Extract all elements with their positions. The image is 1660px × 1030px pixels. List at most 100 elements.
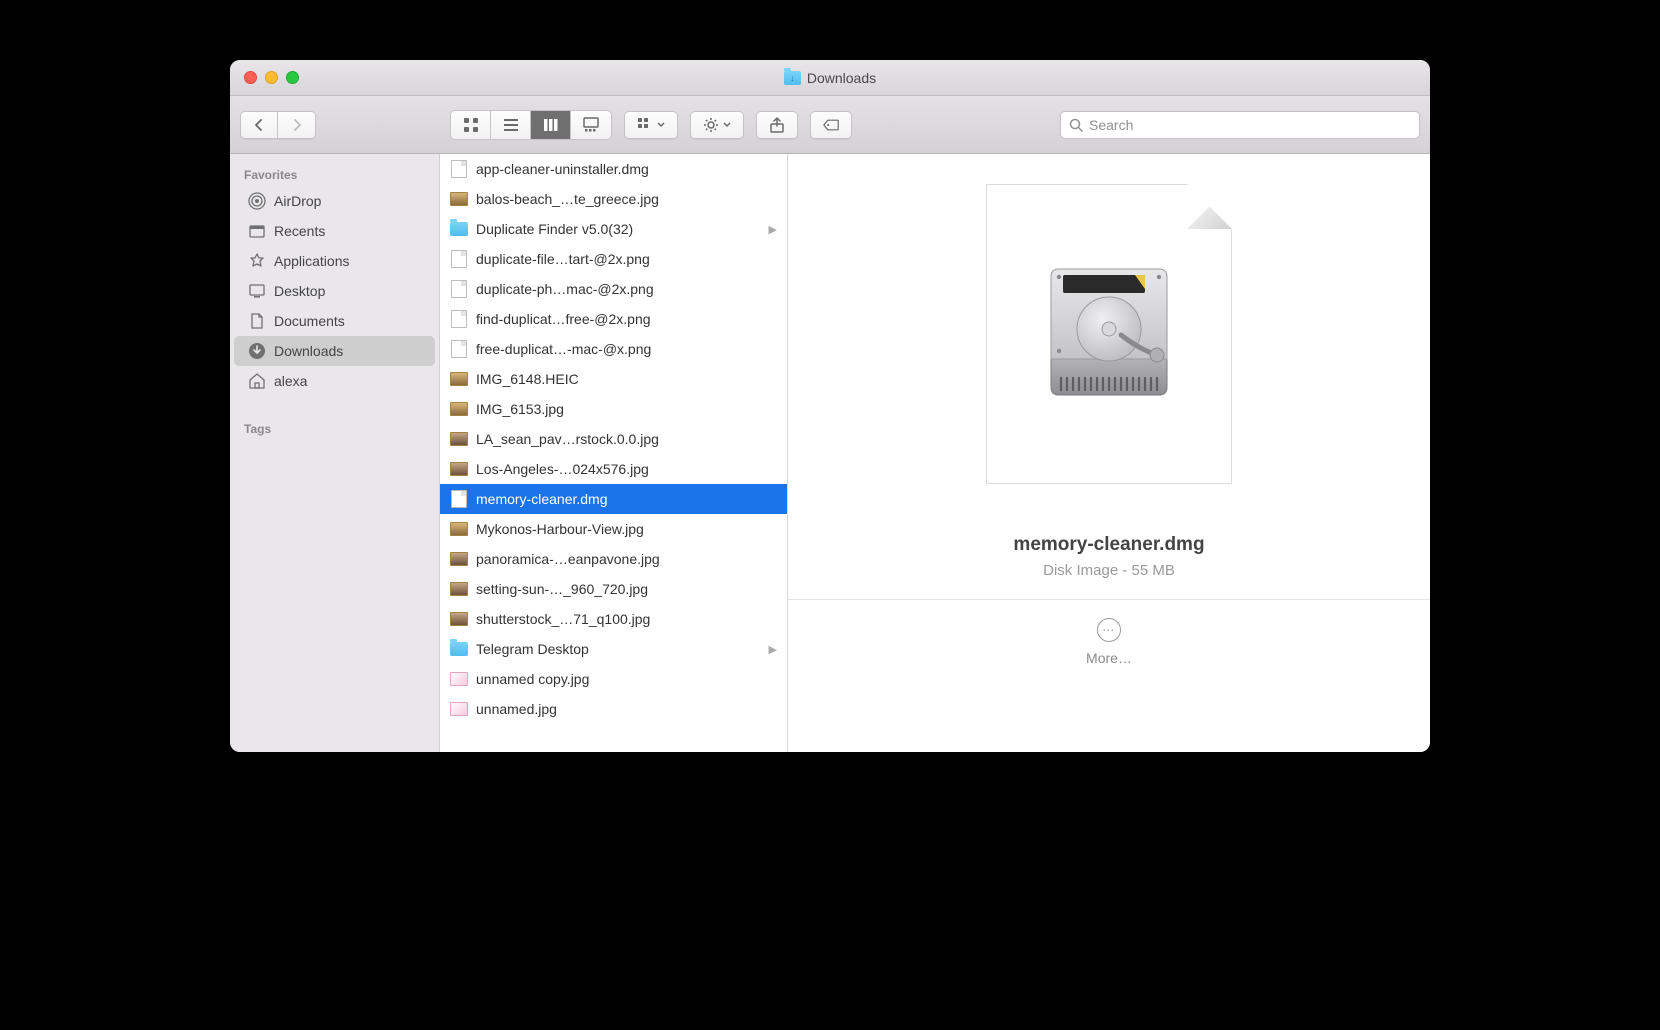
sidebar-item-label: AirDrop [274,193,321,209]
file-row[interactable]: Mykonos-Harbour-View.jpg [440,514,787,544]
file-label: IMG_6153.jpg [476,401,564,417]
more-button[interactable]: ⋯ More… [1086,618,1132,666]
documents-icon [248,312,266,330]
toolbar: Search [230,96,1430,154]
minimize-window-button[interactable] [265,71,278,84]
forward-button[interactable] [278,111,316,139]
sidebar-section-tags: Tags [230,414,439,440]
file-row[interactable]: app-cleaner-uninstaller.dmg [440,154,787,184]
folder-icon [450,640,468,658]
file-label: find-duplicat…free-@2x.png [476,311,651,327]
sidebar-item-label: Desktop [274,283,325,299]
disclosure-arrow-icon: ▶ [769,643,777,656]
sidebar-item-desktop[interactable]: Desktop [234,276,435,306]
disk-image-icon [1039,254,1179,414]
close-window-button[interactable] [244,71,257,84]
column-view-button[interactable] [531,111,571,139]
gallery-view-button[interactable] [571,111,611,139]
file-label: free-duplicat…-mac-@x.png [476,341,651,357]
file-row[interactable]: free-duplicat…-mac-@x.png [440,334,787,364]
file-label: Los-Angeles-…024x576.jpg [476,461,649,477]
search-icon [1069,118,1083,132]
document-file-icon [450,280,468,298]
share-button[interactable] [756,111,798,139]
file-row[interactable]: panoramica-…eanpavone.jpg [440,544,787,574]
zoom-window-button[interactable] [286,71,299,84]
file-row[interactable]: IMG_6153.jpg [440,394,787,424]
file-row[interactable]: IMG_6148.HEIC [440,364,787,394]
file-label: Duplicate Finder v5.0(32) [476,221,633,237]
preview-subtitle: Disk Image - 55 MB [1043,562,1175,579]
chevron-left-icon [253,119,265,131]
sidebar-item-downloads[interactable]: Downloads [234,336,435,366]
document-file-icon [450,160,468,178]
sidebar-item-label: Applications [274,253,350,269]
file-row[interactable]: Telegram Desktop▶ [440,634,787,664]
file-column[interactable]: app-cleaner-uninstaller.dmgbalos-beach_…… [440,154,788,752]
sidebar-item-label: Downloads [274,343,343,359]
image-file-icon [450,670,468,688]
file-row[interactable]: setting-sun-…_960_720.jpg [440,574,787,604]
list-icon [503,117,519,133]
file-label: memory-cleaner.dmg [476,491,608,507]
icon-view-button[interactable] [451,111,491,139]
gear-icon [703,117,719,133]
tags-button[interactable] [810,111,852,139]
file-row[interactable]: Duplicate Finder v5.0(32)▶ [440,214,787,244]
sidebar: Favorites AirDrop Recents Applications [230,154,440,752]
file-row[interactable]: Los-Angeles-…024x576.jpg [440,454,787,484]
nav-buttons [240,111,316,139]
search-placeholder: Search [1089,117,1133,133]
window-body: Favorites AirDrop Recents Applications [230,154,1430,752]
action-button[interactable] [690,111,744,139]
preview-divider [788,599,1430,600]
file-row[interactable]: unnamed.jpg [440,694,787,724]
image-file-icon [450,400,468,418]
recents-icon [248,222,266,240]
file-row[interactable]: duplicate-file…tart-@2x.png [440,244,787,274]
image-file-icon [450,430,468,448]
arrange-button[interactable] [624,111,678,139]
search-field[interactable]: Search [1060,111,1420,139]
chevron-down-icon [657,122,665,128]
more-icon: ⋯ [1097,618,1121,642]
file-label: panoramica-…eanpavone.jpg [476,551,660,567]
back-button[interactable] [240,111,278,139]
tag-icon [823,117,839,133]
document-file-icon [450,310,468,328]
file-row[interactable]: unnamed copy.jpg [440,664,787,694]
file-label: duplicate-ph…mac-@2x.png [476,281,654,297]
file-label: IMG_6148.HEIC [476,371,579,387]
file-row[interactable]: find-duplicat…free-@2x.png [440,304,787,334]
share-icon [769,117,785,133]
sidebar-item-recents[interactable]: Recents [234,216,435,246]
list-view-button[interactable] [491,111,531,139]
file-row[interactable]: balos-beach_…te_greece.jpg [440,184,787,214]
file-row[interactable]: LA_sean_pav…rstock.0.0.jpg [440,424,787,454]
sidebar-item-documents[interactable]: Documents [234,306,435,336]
window-title: ↓ Downloads [230,70,1430,86]
file-row[interactable]: duplicate-ph…mac-@2x.png [440,274,787,304]
image-file-icon [450,580,468,598]
document-file-icon [450,340,468,358]
file-label: setting-sun-…_960_720.jpg [476,581,648,597]
sidebar-item-applications[interactable]: Applications [234,246,435,276]
image-file-icon [450,550,468,568]
file-row[interactable]: memory-cleaner.dmg [440,484,787,514]
file-label: Mykonos-Harbour-View.jpg [476,521,644,537]
preview-pane: memory-cleaner.dmg Disk Image - 55 MB ⋯ … [788,154,1430,752]
document-file-icon [450,250,468,268]
document-file-icon [450,490,468,508]
file-row[interactable]: shutterstock_…71_q100.jpg [440,604,787,634]
preview-filename: memory-cleaner.dmg [1013,534,1204,556]
downloads-icon [248,342,266,360]
sidebar-item-home[interactable]: alexa [234,366,435,396]
arrange-icon [637,117,653,133]
gallery-icon [583,117,599,133]
home-icon [248,372,266,390]
window-title-text: Downloads [807,70,876,86]
traffic-lights [230,71,299,84]
view-segmented-control [450,110,612,140]
sidebar-item-airdrop[interactable]: AirDrop [234,186,435,216]
image-file-icon [450,190,468,208]
